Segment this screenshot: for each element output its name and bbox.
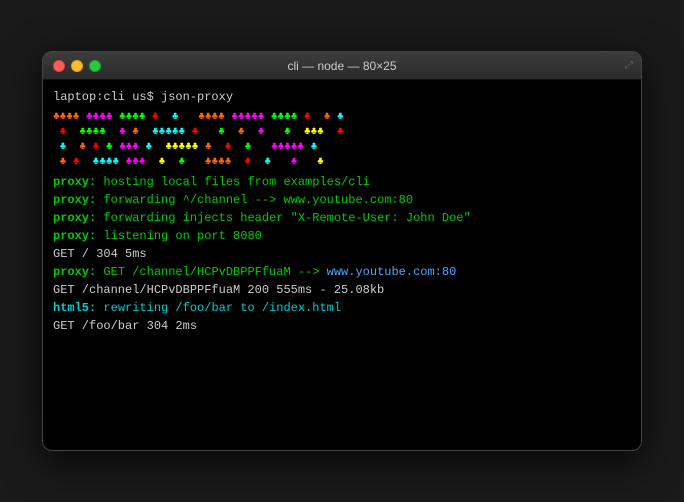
- proxy-line-1: proxy: hosting local files from examples…: [53, 173, 631, 191]
- window-title: cli — node — 80×25: [287, 59, 396, 73]
- proxy-label-4: proxy:: [53, 229, 96, 243]
- html5-text: rewriting /foo/bar to /index.html: [96, 301, 341, 315]
- get-line-2: GET /channel/HCPvDBPPFfuaM 200 555ms - 2…: [53, 281, 631, 299]
- proxy-text-4: listening on port 8080: [96, 229, 262, 243]
- get-line-1: GET / 304 5ms: [53, 245, 631, 263]
- proxy-get-url: www.youtube.com:80: [327, 265, 457, 279]
- proxy-line-4: proxy: listening on port 8080: [53, 227, 631, 245]
- minimize-button[interactable]: [71, 60, 83, 72]
- proxy-get-line: proxy: GET /channel/HCPvDBPPFfuaM --> ww…: [53, 263, 631, 281]
- resize-icon: ⤢: [625, 60, 633, 72]
- close-button[interactable]: [53, 60, 65, 72]
- html5-line: html5: rewriting /foo/bar to /index.html: [53, 299, 631, 317]
- proxy-line-2: proxy: forwarding ^/channel --> www.yout…: [53, 191, 631, 209]
- proxy-label-1: proxy:: [53, 175, 96, 189]
- proxy-line-3: proxy: forwarding injects header "X-Remo…: [53, 209, 631, 227]
- html5-label: html5:: [53, 301, 96, 315]
- maximize-button[interactable]: [89, 60, 101, 72]
- get-line-3: GET /foo/bar 304 2ms: [53, 317, 631, 335]
- proxy-label-3: proxy:: [53, 211, 96, 225]
- terminal-body[interactable]: laptop:cli us$ json-proxy ♣♣♣♣ ♣♣♣♣ ♣♣♣♣…: [43, 80, 641, 450]
- proxy-get-text: GET /channel/HCPvDBPPFfuaM -->: [96, 265, 326, 279]
- ascii-art: ♣♣♣♣ ♣♣♣♣ ♣♣♣♣ ♣ ♣ ♣♣♣♣ ♣♣♣♣♣ ♣♣♣♣ ♣ ♣ ♣…: [53, 110, 631, 169]
- command-line: laptop:cli us$ json-proxy: [53, 88, 631, 106]
- proxy-text-2: forwarding ^/channel --> www.youtube.com…: [96, 193, 413, 207]
- terminal-window: cli — node — 80×25 ⤢ laptop:cli us$ json…: [42, 51, 642, 451]
- proxy-text-3: forwarding injects header "X-Remote-User…: [96, 211, 470, 225]
- titlebar: cli — node — 80×25 ⤢: [43, 52, 641, 80]
- traffic-lights: [53, 60, 101, 72]
- proxy-get-label: proxy:: [53, 265, 96, 279]
- proxy-label-2: proxy:: [53, 193, 96, 207]
- proxy-text-1: hosting local files from examples/cli: [96, 175, 370, 189]
